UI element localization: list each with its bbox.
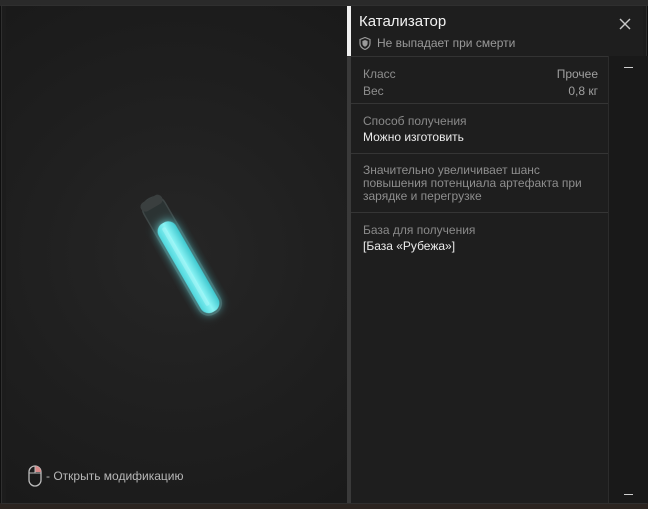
death-status: Не выпадает при смерти (359, 36, 515, 50)
obtain-label: Способ получения (363, 114, 467, 128)
scroll-up-mark[interactable] (624, 67, 633, 68)
hint-text: - Открыть модификацию (46, 469, 184, 483)
item-header: Катализатор Не выпадает при смерти (347, 6, 643, 56)
stat-label: Класс (363, 67, 396, 81)
stat-row-class: Класс Прочее (363, 67, 598, 81)
base-section: База для получения [База «Рубежа»] (351, 213, 608, 503)
stat-value: 0,8 кг (568, 84, 598, 98)
open-modification-hint: - Открыть модификацию (28, 465, 184, 487)
stat-row-weight: Вес 0,8 кг (363, 84, 598, 98)
item-preview: - Открыть модификацию (6, 6, 347, 503)
close-icon[interactable] (617, 16, 633, 32)
obtain-section: Способ получения Можно изготовить (351, 104, 608, 154)
stats-section: Класс Прочее Вес 0,8 кг (351, 57, 608, 104)
stat-label: Вес (363, 84, 384, 98)
scroll-down-mark[interactable] (624, 494, 633, 495)
details-scrollbar[interactable] (608, 56, 648, 503)
accent-bar (347, 6, 351, 56)
base-link[interactable]: [База «Рубежа»] (363, 239, 455, 253)
item-description: Значительно увеличивает шанс повышения п… (363, 163, 582, 203)
item-title: Катализатор (359, 13, 447, 30)
death-status-text: Не выпадает при смерти (377, 36, 516, 50)
mouse-icon (28, 465, 42, 487)
test-tube-image (140, 194, 223, 316)
item-window: - Открыть модификацию Катализатор Не вып… (1, 5, 648, 504)
item-details: Класс Прочее Вес 0,8 кг Способ получения… (351, 57, 608, 503)
base-label: База для получения (363, 223, 476, 237)
obtain-value: Можно изготовить (363, 130, 464, 144)
shield-icon (359, 36, 371, 50)
stat-value: Прочее (556, 67, 598, 81)
description-section: Значительно увеличивает шанс повышения п… (351, 154, 608, 213)
